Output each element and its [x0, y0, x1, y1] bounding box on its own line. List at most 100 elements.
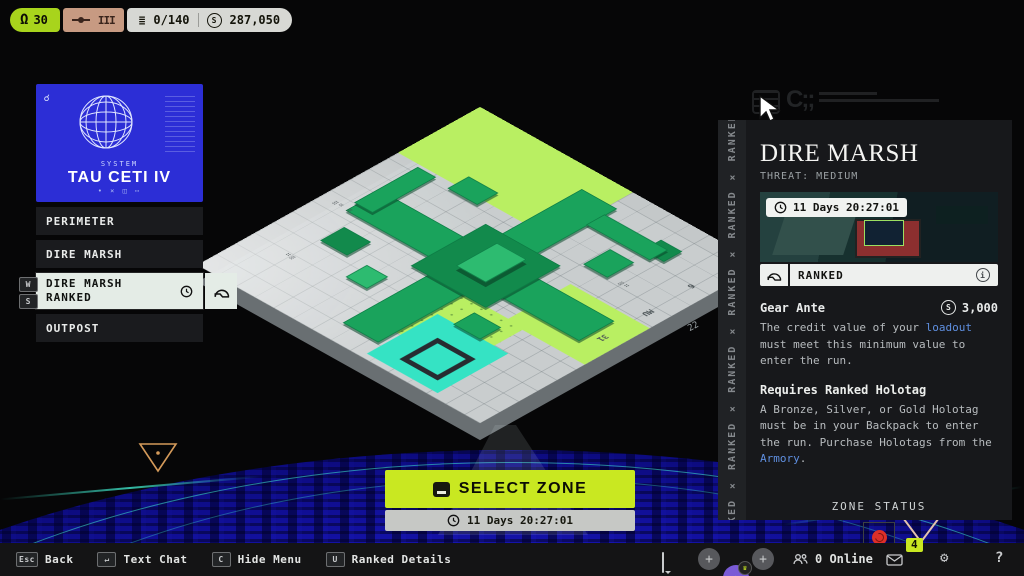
esc-key-icon: Esc	[16, 552, 38, 567]
people-icon	[793, 553, 808, 565]
zone-item-label: DIRE MARSH	[46, 248, 122, 261]
system-label: SYSTEM	[36, 160, 203, 168]
player-level-pill[interactable]: Ω 30	[10, 8, 60, 32]
zone-timer-badge: 11 Days 20:27:01	[766, 198, 907, 217]
enter-key-icon: ↵	[97, 552, 116, 567]
map-grid-label: 6	[684, 282, 696, 289]
map-structure	[453, 312, 501, 339]
zone-item-outpost[interactable]: OUTPOST	[36, 314, 203, 342]
map-tile: 6 MU 31 ⠿⠛ ⠿ ⠛⠿ ⠿⠛	[197, 107, 763, 423]
map-structure	[346, 265, 388, 289]
help-icon[interactable]: ?	[995, 551, 1003, 565]
zone-sidebar: ☌ SYSTEM TAU CETI IV • ⨯ ◫ ⋯ PERIMETER D…	[36, 84, 203, 342]
gear-ante-label: Gear Ante	[760, 301, 825, 315]
key-up: W	[19, 277, 38, 292]
key-down: S	[19, 294, 38, 309]
holotag-description: A Bronze, Silver, or Gold Holotag must b…	[760, 402, 998, 468]
back-button[interactable]: Esc Back	[16, 552, 73, 567]
party-slot-add-button[interactable]: +	[698, 548, 720, 570]
ranked-ribbon-text: RANKED × RANKED × RANKED × RANKED × RANK…	[727, 120, 738, 520]
zone-item-dire-marsh-ranked[interactable]: W S DIRE MARSH RANKED	[36, 273, 203, 309]
clock-icon	[774, 201, 787, 214]
mode-badge[interactable]: RANKED i	[760, 264, 998, 286]
map-region-lime-dotted	[384, 287, 525, 366]
ranked-helmet-icon	[760, 264, 788, 286]
c-key-icon: C	[212, 552, 231, 567]
mail-icon[interactable]	[886, 554, 903, 566]
zone-item-perimeter[interactable]: PERIMETER	[36, 207, 203, 235]
mode-badge-label: RANKED	[798, 269, 844, 282]
select-zone-button[interactable]: SELECT ZONE	[385, 470, 635, 508]
armory-link[interactable]: Armory	[760, 452, 800, 465]
zone-item-label: PERIMETER	[46, 215, 115, 228]
zone-select-screen: 6 MU 31 ⠿⠛ ⠿ ⠛⠿ ⠿⠛ 22 Ω 30 III ≣ 0/140	[0, 0, 1024, 576]
map-region-lime	[398, 107, 633, 238]
top-hud: Ω 30 III ≣ 0/140 S 287,050	[10, 8, 292, 32]
ranked-ribbon: RANKED × RANKED × RANKED × RANKED × RANK…	[718, 120, 746, 520]
holotag-title: Requires Ranked Holotag	[760, 383, 998, 397]
quest-counter: 0/140	[153, 13, 189, 27]
map-structure	[643, 240, 683, 262]
loadout-link[interactable]: loadout	[926, 321, 972, 334]
system-data-lines	[165, 96, 195, 152]
zone-item-label: OUTPOST	[46, 322, 99, 335]
map-tile-side	[197, 124, 763, 440]
clock-icon	[447, 514, 460, 527]
map-structure	[343, 189, 617, 342]
ranked-helmet-icon	[205, 273, 237, 309]
map-structure	[411, 224, 561, 308]
credits-icon: S	[207, 13, 222, 28]
map-structure	[346, 191, 615, 341]
globe-icon	[74, 90, 138, 154]
text-chat-label: Text Chat	[123, 553, 187, 566]
party-slot-add-button[interactable]: +	[752, 548, 774, 570]
map-structure	[447, 176, 498, 204]
map-region-lime	[505, 284, 649, 365]
hide-menu-label: Hide Menu	[238, 553, 302, 566]
map-structure	[354, 167, 436, 213]
zone-countdown: 11 Days 20:27:01	[385, 510, 635, 531]
map-structure	[320, 227, 371, 255]
online-status: 0 Online	[793, 552, 873, 566]
zone-status-label: ZONE STATUS	[760, 500, 998, 513]
threat-level: THREAT: MEDIUM	[760, 171, 998, 182]
u-key-icon: U	[326, 552, 345, 567]
select-zone-group: SELECT ZONE 11 Days 20:27:01	[385, 470, 635, 531]
settings-gear-icon[interactable]: ⚙	[940, 551, 948, 565]
system-name: TAU CETI IV	[36, 169, 203, 187]
gear-ante-value: 3,000	[962, 301, 998, 315]
back-label: Back	[45, 553, 74, 566]
info-icon[interactable]: i	[976, 268, 990, 282]
online-count: 0 Online	[815, 552, 873, 566]
player-level: 30	[33, 13, 47, 27]
map-structure	[583, 249, 634, 277]
quest-list-icon: ≣	[139, 14, 146, 27]
credits-icon: S	[941, 300, 956, 315]
hide-menu-button[interactable]: C Hide Menu	[212, 552, 302, 567]
map-region-selected[interactable]	[367, 314, 508, 393]
text-chat-button[interactable]: ↵ Text Chat	[97, 552, 187, 567]
select-zone-label: SELECT ZONE	[459, 480, 588, 498]
zone-item-dire-marsh[interactable]: DIRE MARSH	[36, 240, 203, 268]
gear-ante-description: The credit value of your loadout must me…	[760, 320, 998, 370]
clock-icon	[180, 285, 193, 298]
zone-item-label: DIRE MARSH RANKED	[46, 277, 122, 305]
divider	[198, 13, 199, 27]
hud-resources-pill[interactable]: ≣ 0/140 S 287,050	[127, 8, 292, 32]
zone-photo: 11 Days 20:27:01	[760, 192, 998, 262]
map-marker-icon	[138, 440, 178, 474]
zone-detail-panel: DIRE MARSH THREAT: MEDIUM 11 Days 20:27:…	[746, 120, 1012, 520]
map-grid-label: MU	[639, 308, 655, 317]
credits-value: 287,050	[230, 13, 281, 27]
spacebar-key-icon	[433, 482, 450, 497]
system-icons: • ⨯ ◫ ⋯	[36, 187, 203, 195]
node-icon	[72, 19, 90, 21]
ranked-details-button[interactable]: U Ranked Details	[326, 552, 452, 567]
pillar-icon: III	[98, 14, 115, 27]
hud-nav-segment[interactable]: III	[63, 8, 124, 32]
zone-entry-icon	[399, 338, 475, 381]
map-grid-label: 31	[594, 333, 610, 342]
gear-ante-row: Gear Ante S 3,000	[760, 300, 998, 315]
chat-bubble-icon[interactable]	[662, 552, 664, 573]
system-glyph: ☌	[44, 94, 49, 104]
